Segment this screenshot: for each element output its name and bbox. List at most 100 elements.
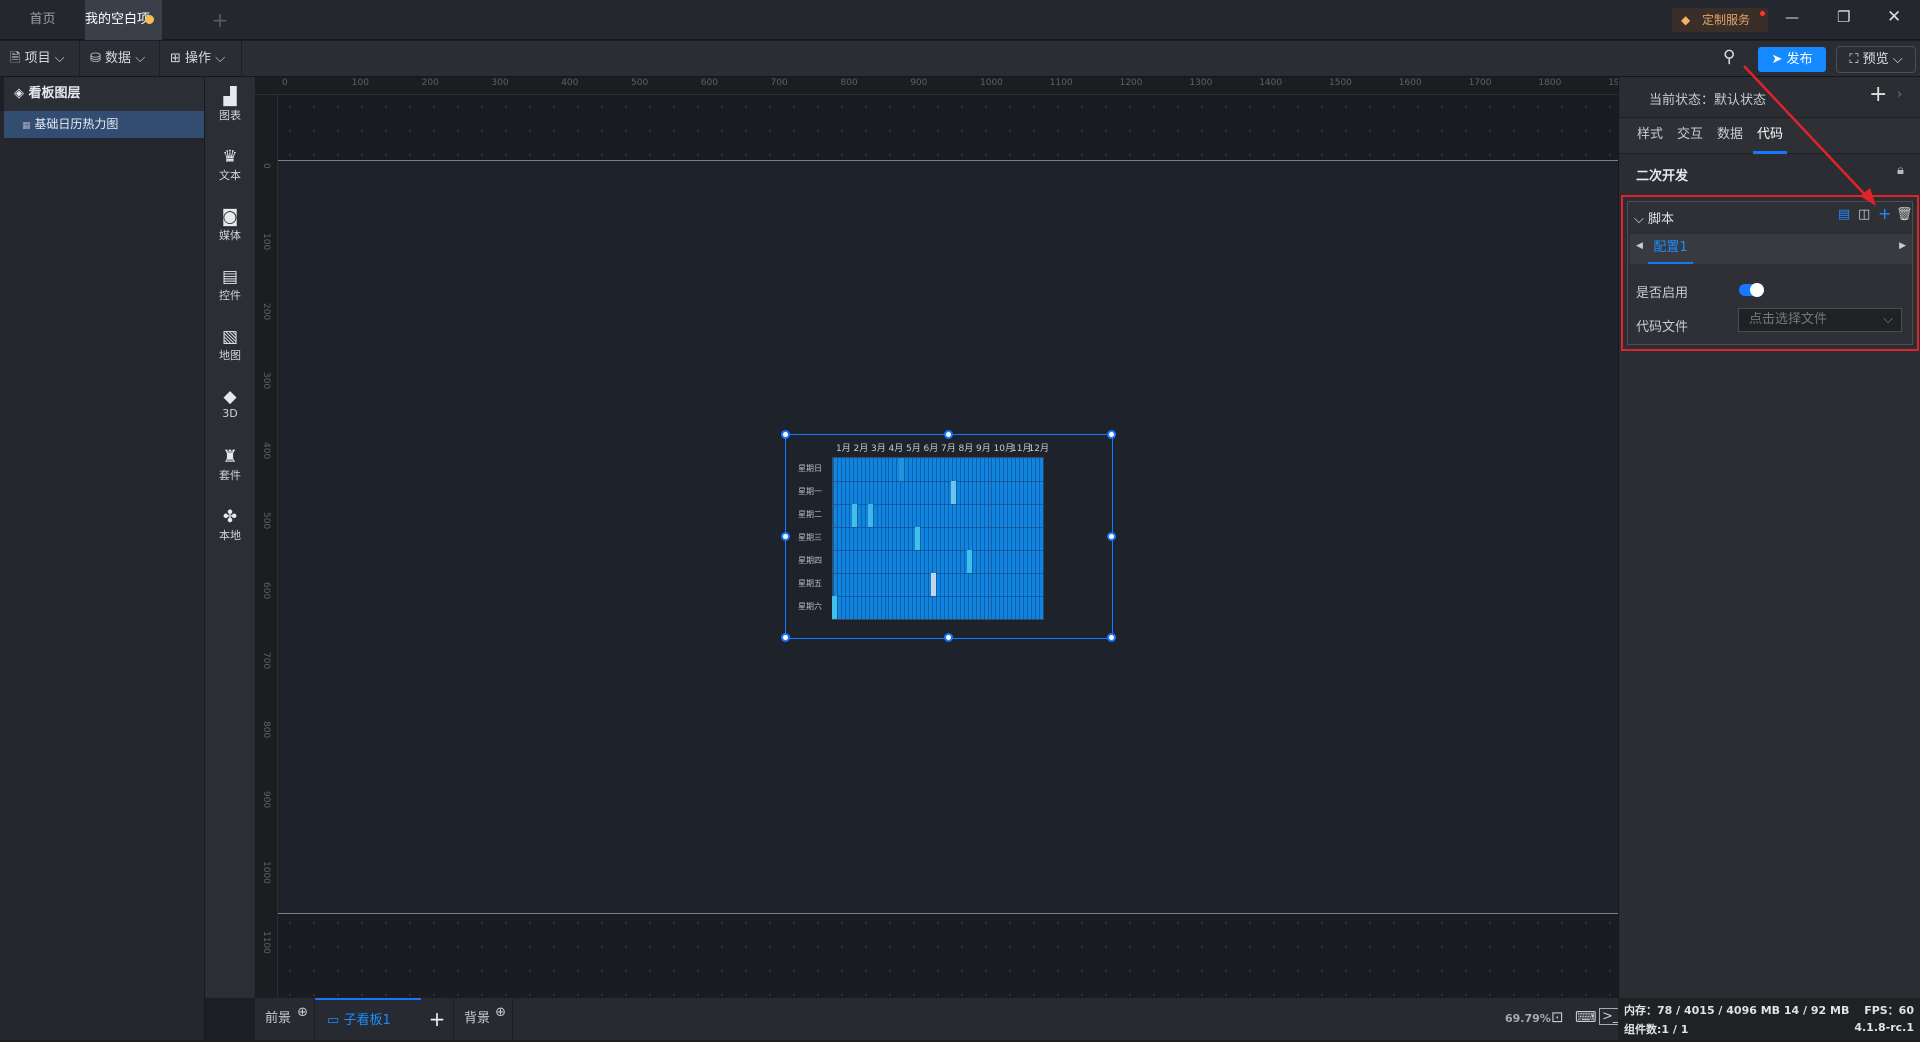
new-tab-button[interactable]: +: [205, 0, 235, 40]
ruler-tick-label: 1100: [1049, 78, 1073, 88]
close-button[interactable]: ✕: [1887, 7, 1901, 27]
custom-service-label: 定制服务: [1702, 13, 1751, 27]
chevron-right-icon[interactable]: ›: [1897, 87, 1902, 102]
project-menu[interactable]: 🗎 项目 ⌵: [0, 41, 80, 77]
tab-交互[interactable]: 交互: [1673, 118, 1707, 154]
grid-line: [876, 458, 878, 619]
iconbar-item-4[interactable]: ▧ 地图: [205, 327, 255, 363]
heatmap-widget[interactable]: 1月 2月 3月 4月 5月 6月 7月 8月 9月 10月 11月 12月 星期日 星期一 星期二 星期三星…: [781, 430, 1116, 642]
custom-service-button[interactable]: ◆ 定制服务: [1672, 8, 1768, 32]
grid-line: [1011, 458, 1013, 619]
month-label: 8月: [958, 444, 974, 454]
grid-line: [963, 458, 965, 619]
ruler-tick-label: 1000: [261, 861, 271, 884]
annotation-arrow: [1743, 65, 1876, 206]
add-circle-icon[interactable]: ⊕: [297, 992, 308, 1034]
grid-line: [833, 527, 1043, 528]
ruler-tick-label: 1500: [1329, 78, 1352, 88]
notification-dot: [1760, 11, 1765, 16]
operate-menu[interactable]: ⊞ 操作 ⌵: [160, 41, 242, 77]
grid-line: [924, 458, 926, 619]
month-label: 5月: [906, 444, 921, 454]
chevron-down-icon: ⌵: [1883, 312, 1893, 327]
iconbar-item-1[interactable]: ♛ 文本: [205, 147, 255, 183]
weekday-label: 星期日: [798, 464, 822, 473]
iconbar-item-5[interactable]: ◆ 3D: [205, 387, 255, 420]
enable-toggle[interactable]: [1739, 283, 1764, 297]
iconbar-item-0[interactable]: ▟ 图表: [205, 87, 255, 123]
component-count: 组件数:1 / 1: [1624, 1023, 1689, 1036]
zoom-level[interactable]: 69.79%: [1505, 1012, 1551, 1025]
file-icon: 🗎: [10, 51, 21, 66]
iconbar-item-6[interactable]: ♜ 套件: [205, 447, 255, 483]
ruler-tick-label: 500: [261, 512, 271, 530]
board-tabs-bar: 前景 ⊕ ▭ 子看板1 + 背景 ⊕ 69.79% ⊡ ⌨ >_: [255, 998, 1623, 1040]
delete-icon[interactable]: 🗑︎: [1896, 207, 1913, 222]
iconbar-item-7[interactable]: ✤ 本地: [205, 507, 255, 543]
arrow-right-icon[interactable]: ▶: [1899, 241, 1906, 251]
config-tab-1[interactable]: 配置1: [1648, 234, 1693, 264]
grid-line: [955, 458, 957, 619]
iconbar-item-3[interactable]: ▤ 控件: [205, 267, 255, 303]
add-board-button[interactable]: +: [421, 998, 453, 1040]
grid-line: [967, 458, 969, 619]
highlight-box: ⌵ 脚本 ▤ ◫ + 🗑︎ ◀ 配置1 ▶ 是否启用 代码文件 点击选择文件 ⌵: [1621, 195, 1919, 351]
grid-line: [864, 458, 866, 619]
weekday-label: 星期四: [798, 556, 822, 565]
month-label: 4月: [888, 444, 904, 454]
ruler-tick-label: 900: [910, 78, 928, 88]
resize-handle[interactable]: [1107, 430, 1116, 439]
puzzle-icon: ✤: [222, 507, 238, 527]
background-tab[interactable]: 背景 ⊕: [453, 998, 513, 1040]
iconbar-item-2[interactable]: ◙ 媒体: [205, 207, 255, 243]
add-config-button[interactable]: +: [1878, 204, 1891, 223]
weekday-label: 星期六: [798, 602, 822, 611]
tab-样式[interactable]: 样式: [1633, 118, 1667, 154]
layers-title: ◈ 看板图层: [0, 77, 204, 111]
layer-item[interactable]: ▦ 基础日历热力图: [4, 111, 204, 138]
project-menu-label: 项目: [24, 51, 51, 66]
heatmap-cell: [899, 458, 905, 481]
ruler-tick-label: 500: [631, 78, 649, 88]
grid-line: [1027, 458, 1029, 619]
foreground-tab[interactable]: 前景 ⊕: [255, 998, 315, 1040]
keyboard-icon[interactable]: ⌨: [1575, 1008, 1597, 1026]
heatmap-layer-icon: ▦: [22, 121, 31, 131]
tab-home[interactable]: 首页: [0, 0, 85, 40]
grid-line: [904, 458, 906, 619]
grid-line: [1019, 458, 1021, 619]
subboard-tab[interactable]: ▭ 子看板1: [315, 998, 421, 1040]
minimize-button[interactable]: —: [1785, 10, 1799, 26]
grid-line: [833, 573, 1043, 574]
grid-line: [833, 550, 1043, 551]
add-circle-icon[interactable]: ⊕: [495, 992, 506, 1034]
grid-line: [833, 504, 1043, 505]
resize-handle[interactable]: [944, 633, 953, 642]
resize-handle[interactable]: [944, 430, 953, 439]
resize-handle[interactable]: [781, 430, 790, 439]
tab-project[interactable]: 我的空白项目: [85, 0, 162, 67]
search-icon[interactable]: ⚲: [1723, 47, 1735, 67]
config-tabs: ◀ 配置1 ▶: [1630, 234, 1912, 264]
fit-screen-icon[interactable]: ⊡: [1551, 1008, 1564, 1026]
arrow-left-icon[interactable]: ◀: [1636, 241, 1643, 251]
data-menu[interactable]: ⛁ 数据 ⌵: [80, 41, 160, 77]
script-header[interactable]: ⌵ 脚本: [1634, 208, 1674, 227]
grid-line: [1023, 458, 1025, 619]
resize-handle[interactable]: [781, 633, 790, 642]
file-select[interactable]: 点击选择文件 ⌵: [1738, 308, 1902, 332]
resize-handle[interactable]: [781, 531, 790, 541]
grid-line: [979, 458, 981, 619]
month-label: 2月: [853, 444, 869, 454]
resize-handle[interactable]: [1107, 633, 1116, 642]
board-icon: ▭: [327, 1013, 340, 1028]
resize-handle[interactable]: [1107, 531, 1116, 541]
lock-icon[interactable]: 🔒︎: [1897, 163, 1904, 178]
layers-icon: ◈: [14, 86, 24, 101]
restore-button[interactable]: ❐: [1837, 8, 1850, 26]
ruler-tick-label: 600: [700, 78, 718, 88]
grid-line: [912, 458, 914, 619]
grid-line: [900, 458, 902, 619]
operate-menu-label: 操作: [185, 51, 212, 66]
script-title: 脚本: [1648, 212, 1675, 227]
